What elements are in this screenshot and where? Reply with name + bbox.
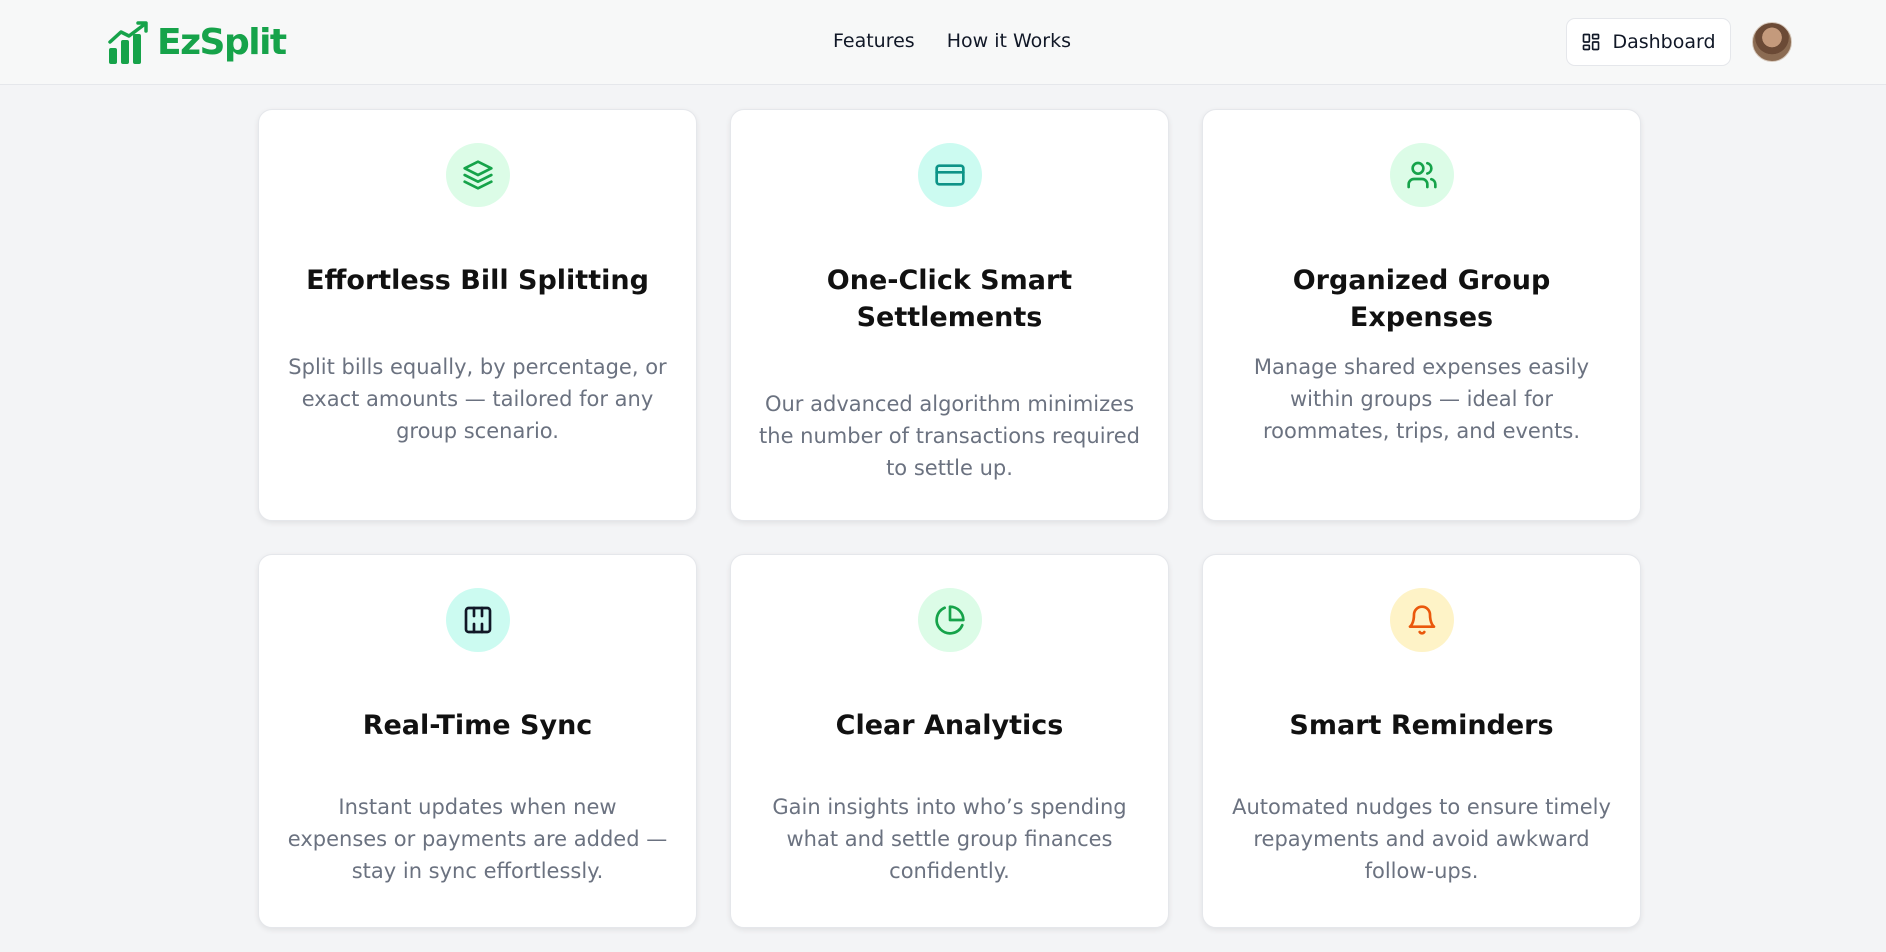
users-icon: [1407, 161, 1437, 189]
sync-icon: [464, 606, 492, 634]
feature-card: Real-Time Sync Instant updates when new …: [258, 554, 697, 928]
feature-description: Instant updates when new expenses or pay…: [287, 795, 668, 883]
feature-title: Clear Analytics: [835, 710, 1064, 741]
feature-title: Organized Group Expenses: [1292, 265, 1551, 333]
feature-title: Effortless Bill Splitting: [306, 265, 649, 296]
feature-icon-badge: [446, 588, 510, 652]
feature-description: Gain insights into who’s spending what a…: [772, 795, 1127, 883]
feature-icon-badge: [1390, 588, 1454, 652]
nav-how-it-works-link[interactable]: How it Works: [947, 30, 1071, 52]
feature-title: Smart Reminders: [1289, 710, 1554, 741]
feature-icon-badge: [918, 588, 982, 652]
feature-card: Effortless Bill Splitting Split bills eq…: [258, 109, 697, 521]
feature-icon-badge: [446, 143, 510, 207]
feature-description: Our advanced algorithm minimizes the num…: [759, 392, 1140, 480]
feature-icon-badge: [1390, 143, 1454, 207]
pie-chart-icon: [935, 605, 965, 635]
brand-name: EzSplit: [157, 22, 287, 63]
feature-card: Smart Reminders Automated nudges to ensu…: [1202, 554, 1641, 928]
bell-icon: [1408, 605, 1436, 635]
brand-logo[interactable]: EzSplit: [107, 20, 287, 66]
feature-description: Manage shared expenses easily within gro…: [1253, 355, 1590, 443]
feature-card: One-Click Smart Settlements Our advanced…: [730, 109, 1169, 521]
credit-card-icon: [935, 164, 965, 186]
layers-icon: [463, 160, 493, 190]
main-nav: Features How it Works: [833, 30, 1071, 52]
feature-card: Organized Group Expenses Manage shared e…: [1202, 109, 1641, 521]
feature-title: Real-Time Sync: [362, 710, 593, 741]
top-navbar: EzSplit Features How it Works Dashboard: [0, 0, 1886, 85]
features-row-1: Effortless Bill Splitting Split bills eq…: [258, 109, 1641, 521]
features-row-2: Real-Time Sync Instant updates when new …: [258, 554, 1641, 928]
feature-card: Clear Analytics Gain insights into who’s…: [730, 554, 1169, 928]
nav-features-link[interactable]: Features: [833, 30, 915, 52]
dashboard-button[interactable]: Dashboard: [1566, 18, 1731, 66]
growth-chart-icon: [108, 21, 148, 64]
feature-description: Automated nudges to ensure timely repaym…: [1232, 795, 1611, 883]
feature-icon-badge: [918, 143, 982, 207]
feature-title: One-Click Smart Settlements: [826, 265, 1073, 333]
dashboard-icon: [1583, 33, 1600, 51]
feature-description: Split bills equally, by percentage, or e…: [288, 355, 667, 443]
user-avatar[interactable]: [1752, 22, 1792, 62]
dashboard-label: Dashboard: [1612, 31, 1716, 53]
